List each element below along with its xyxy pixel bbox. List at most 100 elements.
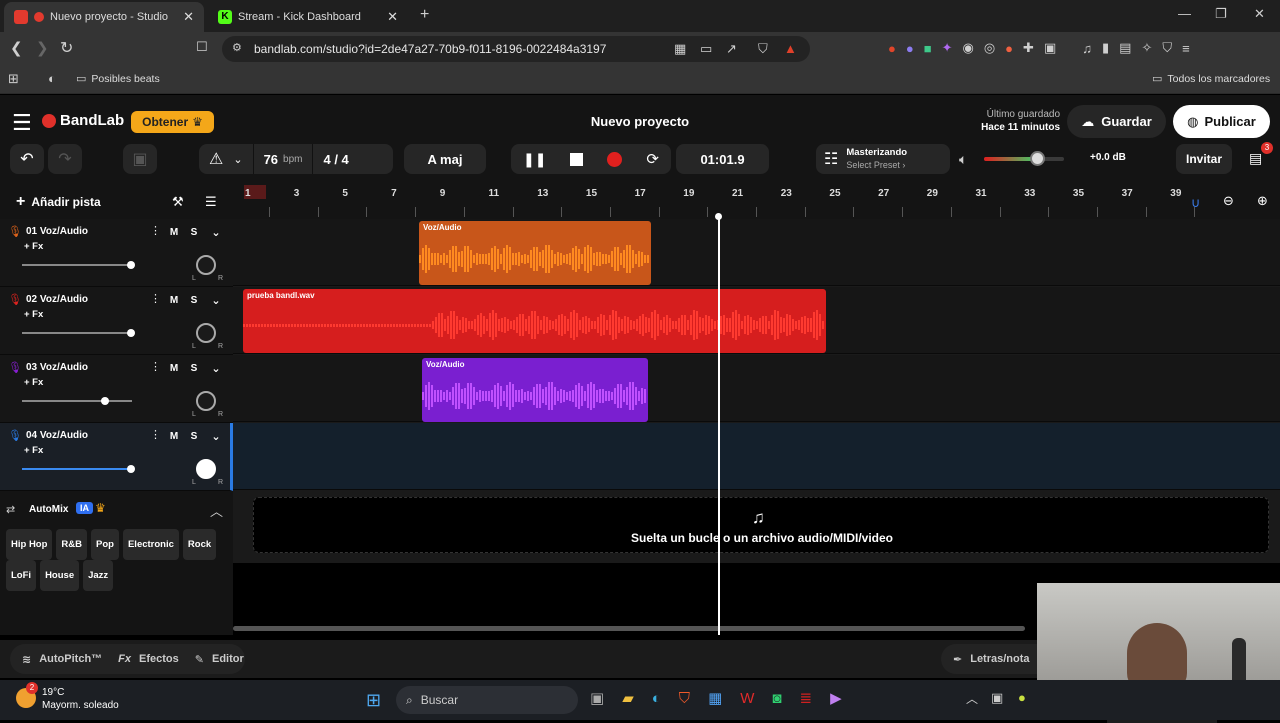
track-volume-slider[interactable] [22, 397, 132, 405]
track-volume-slider[interactable] [22, 465, 135, 473]
vpn-icon[interactable]: ⛉ [1162, 40, 1172, 56]
zoom-out-icon[interactable]: ⊖ [1223, 193, 1234, 209]
zoom-in-icon[interactable]: ⊕ [1257, 193, 1268, 209]
volume-knob[interactable] [126, 465, 135, 473]
tab-studio[interactable]: Nuevo proyecto - Studio ✕ [4, 2, 204, 32]
track-name[interactable]: 04 Voz/Audio [26, 430, 88, 441]
gear-icon[interactable]: ◐ [48, 71, 56, 86]
volume-knob[interactable] [126, 329, 135, 337]
site-info-icon[interactable]: ⚙ [232, 41, 242, 54]
pan-knob[interactable] [196, 391, 216, 411]
magnet-icon[interactable]: ∪ [1191, 195, 1201, 211]
menu-icon[interactable]: ≡ [1182, 41, 1190, 56]
record-icon[interactable] [607, 151, 623, 167]
track-lane[interactable] [233, 219, 1280, 286]
playhead-handle[interactable] [715, 213, 722, 220]
cast-icon[interactable]: ▭ [700, 41, 712, 57]
pause-icon[interactable]: ❚❚ [523, 151, 546, 168]
close-icon[interactable]: ✕ [183, 9, 194, 25]
volume-knob[interactable] [101, 397, 110, 405]
tuning-fork-icon[interactable]: ⚒ [172, 194, 184, 210]
track-lane[interactable] [233, 355, 1280, 422]
minimize-icon[interactable]: — [1178, 6, 1191, 21]
chevron-down-icon[interactable]: ⌄ [233, 153, 242, 166]
add-fx-button[interactable]: + Fx [24, 445, 43, 456]
mute-button[interactable]: M [166, 292, 182, 308]
more-options-icon[interactable]: ⋮ [150, 428, 161, 441]
back-icon[interactable]: ❮ [10, 39, 23, 57]
genre-tag[interactable]: Electronic [122, 529, 179, 560]
publish-button[interactable]: ◍ Publicar [1173, 105, 1270, 138]
obtener-button[interactable]: Obtener ♛ [131, 111, 214, 133]
extension-icon[interactable]: ● [906, 41, 914, 56]
brave-shield-icon[interactable]: ⛉ [758, 41, 768, 57]
reader-icon[interactable]: ▦ [674, 41, 686, 57]
audio-clip[interactable]: Voz/Audio [419, 221, 651, 285]
project-title[interactable]: Nuevo proyecto [540, 114, 740, 129]
genre-tag[interactable]: R&B [56, 529, 88, 560]
bookmark-folder[interactable]: ▭ Posibles beats [76, 72, 160, 86]
genre-tag[interactable]: Jazz [83, 560, 114, 591]
stop-icon[interactable] [570, 152, 584, 166]
invite-button[interactable]: Invitar [1176, 144, 1232, 174]
address-bar[interactable]: ⚙ bandlab.com/studio?id=2de47a27-70b9-f0… [222, 36, 810, 62]
puzzle-icon[interactable]: ✚ [1023, 40, 1034, 56]
chevron-down-icon[interactable]: ⌄ [208, 360, 224, 376]
collapse-icon[interactable]: ︿ [210, 501, 223, 520]
mastering-button[interactable]: ☷ Masterizando Select Preset › [816, 144, 950, 174]
bookmark-icon[interactable]: ☐ [196, 39, 208, 55]
extension-icon[interactable]: ● [1005, 41, 1013, 56]
close-icon[interactable]: ✕ [387, 9, 398, 25]
mute-button[interactable]: M [166, 428, 182, 444]
track-volume-slider[interactable] [22, 261, 135, 269]
music-icon[interactable]: ♫ [1082, 41, 1092, 56]
sidebar-icon[interactable]: ▣ [1044, 40, 1056, 56]
more-options-icon[interactable]: ⋮ [150, 224, 161, 237]
track-volume-slider[interactable] [22, 329, 135, 337]
bpm-value[interactable]: 76 [264, 152, 278, 167]
mute-button[interactable]: M [166, 224, 182, 240]
solo-button[interactable]: S [186, 428, 202, 444]
more-options-icon[interactable]: ⋮ [150, 292, 161, 305]
audio-clip[interactable]: Voz/Audio [422, 358, 648, 422]
chevron-down-icon[interactable]: ⌄ [208, 224, 224, 240]
extension-icon[interactable]: ● [888, 41, 896, 56]
genre-tag[interactable]: Hip Hop [6, 529, 53, 560]
apps-grid-icon[interactable]: ⊞ [8, 71, 19, 87]
track-header[interactable]: 🎙︎ 03 Voz/Audio + Fx ⋮ M S ⌄ L R [0, 355, 233, 423]
media-player-icon[interactable]: ▶ [830, 689, 842, 707]
extension-icon[interactable]: ✦ [942, 40, 953, 56]
metronome-icon[interactable]: ⚠ [209, 149, 223, 169]
track-name[interactable]: 01 Voz/Audio [26, 226, 88, 237]
redo-button[interactable]: ↷ [48, 144, 82, 174]
split-view-icon[interactable]: ▮ [1102, 40, 1109, 56]
weather-widget[interactable]: 19°C Mayorm. soleado [42, 686, 119, 712]
ruler[interactable]: 1 3 5 7 9 11 13 15 17 19 21 23 25 27 29 31 33 35 37 39 ∪ ⊖ … [233, 185, 1280, 219]
track-header[interactable]: 🎙︎ 01 Voz/Audio + Fx ⋮ M S ⌄ L R [0, 219, 233, 287]
new-tab-icon[interactable]: + [420, 6, 429, 24]
horizontal-scrollbar[interactable] [233, 626, 1025, 631]
share-icon[interactable]: ↗ [726, 41, 737, 57]
app-icon[interactable]: ≣ [799, 689, 812, 707]
maximize-icon[interactable]: ❐ [1215, 6, 1227, 22]
genre-tag[interactable]: LoFi [6, 560, 37, 591]
reload-icon[interactable]: ↻ [60, 38, 73, 58]
solo-button[interactable]: S [186, 224, 202, 240]
forward-icon[interactable]: ❯ [36, 39, 49, 57]
window-close-icon[interactable]: ✕ [1254, 6, 1265, 22]
tray-icon[interactable]: ● [1018, 690, 1026, 705]
volume-knob[interactable] [1030, 151, 1045, 166]
tab-kick[interactable]: K Stream - Kick Dashboard ✕ [208, 2, 408, 32]
track-name[interactable]: 03 Voz/Audio [26, 362, 88, 373]
extension-icon[interactable]: ◉ [962, 40, 973, 56]
autopitch-button[interactable]: AutoPitch™ [39, 653, 102, 665]
app-icon[interactable]: ◙ [772, 690, 781, 707]
tray-icon[interactable]: ▣ [991, 690, 1003, 706]
loop-icon[interactable]: ⟳ [646, 150, 659, 168]
chevron-down-icon[interactable]: ⌄ [208, 292, 224, 308]
genre-tag[interactable]: House [40, 560, 80, 591]
chevron-down-icon[interactable]: ⌄ [208, 428, 224, 444]
wps-icon[interactable]: W [740, 690, 754, 707]
all-bookmarks[interactable]: ▭ Todos los marcadores [1152, 72, 1270, 86]
drop-zone[interactable]: ♫ Suelta un bucle o un archivo audio/MID… [253, 497, 1269, 553]
